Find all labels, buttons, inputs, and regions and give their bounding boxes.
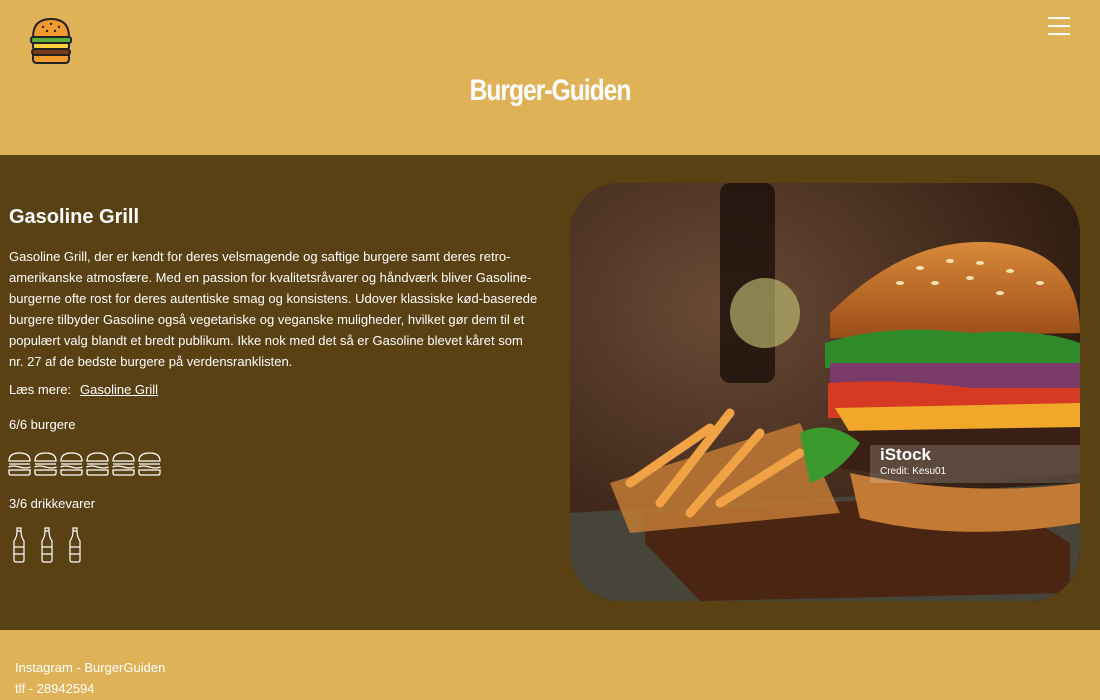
watermark-credit: Credit: Kesu01 bbox=[880, 466, 947, 477]
restaurant-section: Gasoline Grill Gasoline Grill, der er ke… bbox=[0, 155, 1100, 630]
burger-photo: iStock Credit: Kesu01 bbox=[570, 183, 1080, 601]
read-more-label: Læs mere: bbox=[9, 382, 72, 397]
bottle-icon bbox=[41, 527, 53, 563]
footer-phone: tlf - 28942594 bbox=[15, 681, 95, 696]
site-footer: Instagram - BurgerGuiden tlf - 28942594 bbox=[0, 630, 1100, 700]
photo-watermark: iStock Credit: Kesu01 bbox=[880, 445, 946, 477]
hamburger-menu-icon[interactable] bbox=[1048, 17, 1070, 41]
restaurant-name: Gasoline Grill bbox=[9, 206, 140, 228]
burger-rating bbox=[7, 451, 162, 477]
drink-rating bbox=[12, 527, 82, 563]
drink-rating-text: 3/6 drikkevarer bbox=[9, 496, 95, 511]
read-more-link[interactable]: Gasoline Grill bbox=[80, 382, 158, 397]
burger-rating-icon bbox=[34, 452, 57, 476]
burger-rating-icon bbox=[86, 452, 109, 476]
burger-rating-icon bbox=[138, 452, 161, 476]
bottle-icon bbox=[13, 527, 25, 563]
watermark-brand: iStock bbox=[880, 445, 932, 464]
site-header: Burger-Guiden bbox=[0, 0, 1100, 155]
burger-logo-icon[interactable] bbox=[30, 15, 72, 65]
restaurant-description: Gasoline Grill, der er kendt for deres v… bbox=[9, 249, 538, 369]
burger-rating-icon bbox=[60, 452, 83, 476]
burger-rating-icon bbox=[8, 452, 31, 476]
bottle-icon bbox=[69, 527, 81, 563]
footer-instagram[interactable]: Instagram - BurgerGuiden bbox=[15, 660, 165, 675]
site-title: Burger-Guiden bbox=[469, 74, 632, 107]
burger-rating-text: 6/6 burgere bbox=[9, 417, 76, 432]
burger-rating-icon bbox=[112, 452, 135, 476]
